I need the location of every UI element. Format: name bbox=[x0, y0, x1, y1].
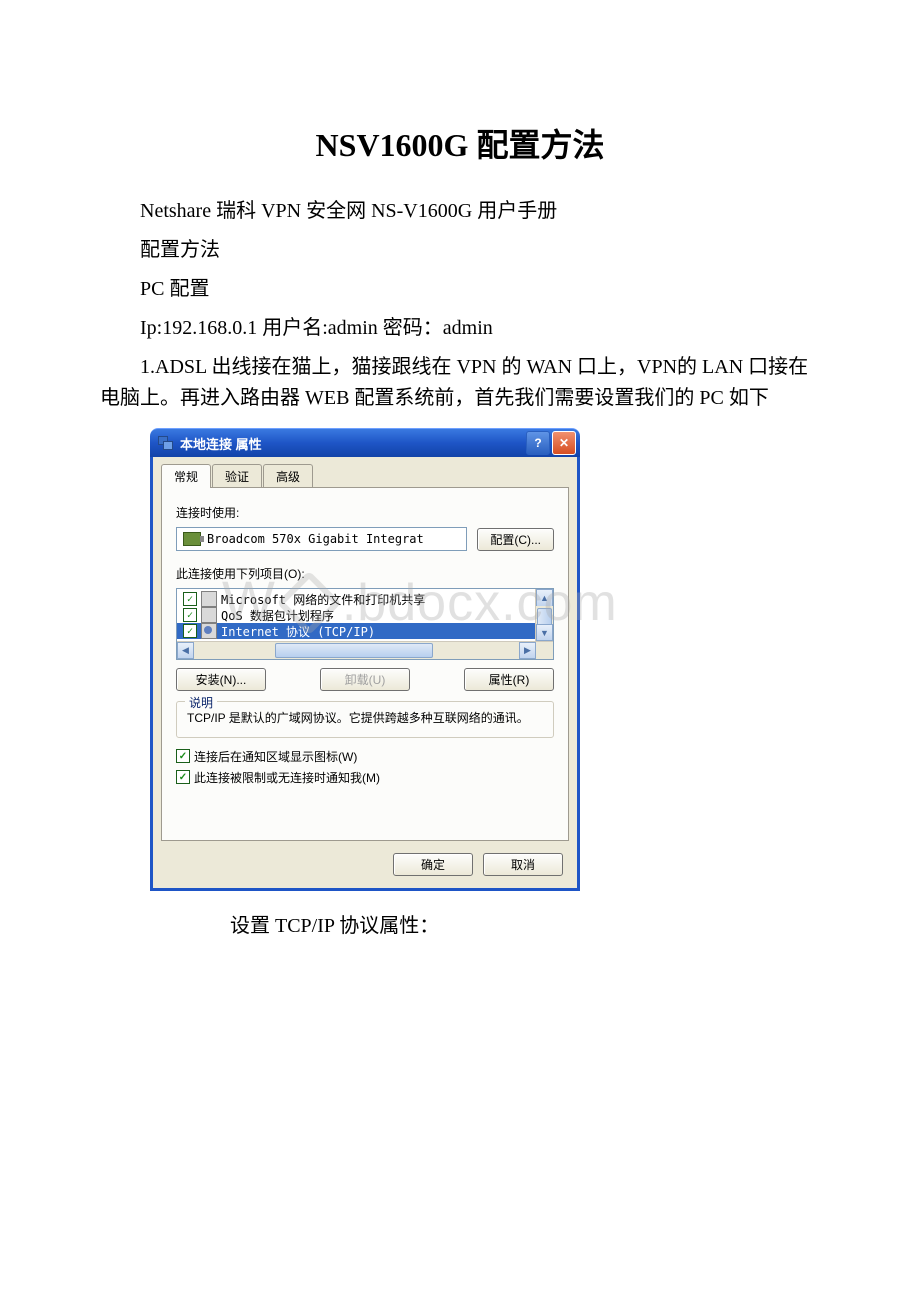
subtitle-line: Netshare 瑞科 VPN 安全网 NS-V1600G 用户手册 bbox=[100, 196, 820, 227]
horizontal-scrollbar[interactable]: ◀ ▶ bbox=[177, 641, 553, 659]
close-button[interactable]: ✕ bbox=[552, 431, 576, 455]
vertical-scrollbar[interactable]: ▲ ▼ bbox=[535, 589, 553, 641]
description-group-label: 说明 bbox=[185, 694, 217, 711]
notify-label: 此连接被限制或无连接时通知我(M) bbox=[194, 769, 380, 786]
tab-general[interactable]: 常规 bbox=[161, 464, 211, 488]
install-button[interactable]: 安装(N)... bbox=[176, 668, 266, 691]
items-label: 此连接使用下列项目(O): bbox=[176, 565, 554, 582]
scroll-up-icon[interactable]: ▲ bbox=[536, 589, 553, 606]
scroll-corner bbox=[536, 642, 553, 659]
section-line-1: 配置方法 bbox=[100, 235, 820, 266]
ok-button[interactable]: 确定 bbox=[393, 853, 473, 876]
tab-strip: 常规 验证 高级 bbox=[161, 464, 569, 488]
checkbox-icon[interactable]: ✓ bbox=[176, 749, 190, 763]
tab-general-pane: W.bdocx.com 连接时使用: Broadcom 570x Gigabit… bbox=[161, 487, 569, 841]
nic-icon bbox=[183, 532, 201, 546]
scroll-down-icon[interactable]: ▼ bbox=[536, 624, 553, 641]
page-title: NSV1600G 配置方法 bbox=[100, 120, 820, 166]
connection-items-listbox[interactable]: ✓ Microsoft 网络的文件和打印机共享 ✓ QoS 数据包计划程序 ✓ bbox=[176, 588, 554, 660]
checkbox-icon[interactable]: ✓ bbox=[183, 592, 197, 606]
checkbox-icon[interactable]: ✓ bbox=[176, 770, 190, 784]
connect-using-label: 连接时使用: bbox=[176, 504, 554, 521]
list-item[interactable]: ✓ Internet 协议 (TCP/IP) bbox=[177, 623, 535, 639]
dialog-titlebar[interactable]: 本地连接 属性 ? ✕ bbox=[150, 428, 580, 457]
description-groupbox: 说明 TCP/IP 是默认的广域网协议。它提供跨越多种互联网络的通讯。 bbox=[176, 701, 554, 738]
help-button[interactable]: ? bbox=[526, 431, 550, 455]
list-item[interactable]: ✓ QoS 数据包计划程序 bbox=[177, 607, 535, 623]
tab-advanced[interactable]: 高级 bbox=[263, 464, 313, 488]
properties-button[interactable]: 属性(R) bbox=[464, 668, 554, 691]
section-line-2: PC 配置 bbox=[100, 274, 820, 305]
list-item-label: Microsoft 网络的文件和打印机共享 bbox=[221, 591, 425, 608]
list-item[interactable]: ✓ Microsoft 网络的文件和打印机共享 bbox=[177, 591, 535, 607]
show-icon-label: 连接后在通知区域显示图标(W) bbox=[194, 748, 357, 765]
connection-icon bbox=[158, 436, 174, 450]
uninstall-button: 卸载(U) bbox=[320, 668, 410, 691]
scroll-left-icon[interactable]: ◀ bbox=[177, 642, 194, 659]
service-icon bbox=[201, 607, 217, 623]
scroll-thumb[interactable] bbox=[275, 643, 433, 658]
service-icon bbox=[201, 591, 217, 607]
show-icon-checkbox-row[interactable]: ✓ 连接后在通知区域显示图标(W) bbox=[176, 748, 554, 765]
adapter-name: Broadcom 570x Gigabit Integrat bbox=[207, 532, 424, 546]
adapter-field: Broadcom 570x Gigabit Integrat bbox=[176, 527, 467, 551]
protocol-icon bbox=[201, 623, 217, 639]
cancel-button[interactable]: 取消 bbox=[483, 853, 563, 876]
scroll-right-icon[interactable]: ▶ bbox=[519, 642, 536, 659]
dialog-title: 本地连接 属性 bbox=[180, 434, 524, 453]
list-item-label: QoS 数据包计划程序 bbox=[221, 607, 334, 624]
local-connection-properties-dialog: 本地连接 属性 ? ✕ 常规 验证 高级 W.bdocx.com 连接时使用: … bbox=[150, 428, 580, 891]
checkbox-icon[interactable]: ✓ bbox=[183, 624, 197, 638]
notify-checkbox-row[interactable]: ✓ 此连接被限制或无连接时通知我(M) bbox=[176, 769, 554, 786]
list-item-label: Internet 协议 (TCP/IP) bbox=[221, 623, 375, 640]
instructions-paragraph: 1.ADSL 出线接在猫上，猫接跟线在 VPN 的 WAN 口上，VPN的 LA… bbox=[100, 352, 820, 414]
credentials-line: Ip:192.168.0.1 用户名:admin 密码：admin bbox=[100, 313, 820, 344]
tab-auth[interactable]: 验证 bbox=[212, 464, 262, 488]
checkbox-icon[interactable]: ✓ bbox=[183, 608, 197, 622]
figure-caption: 设置 TCP/IP 协议属性： bbox=[230, 909, 820, 938]
configure-button[interactable]: 配置(C)... bbox=[477, 528, 554, 551]
description-text: TCP/IP 是默认的广域网协议。它提供跨越多种互联网络的通讯。 bbox=[187, 710, 543, 727]
